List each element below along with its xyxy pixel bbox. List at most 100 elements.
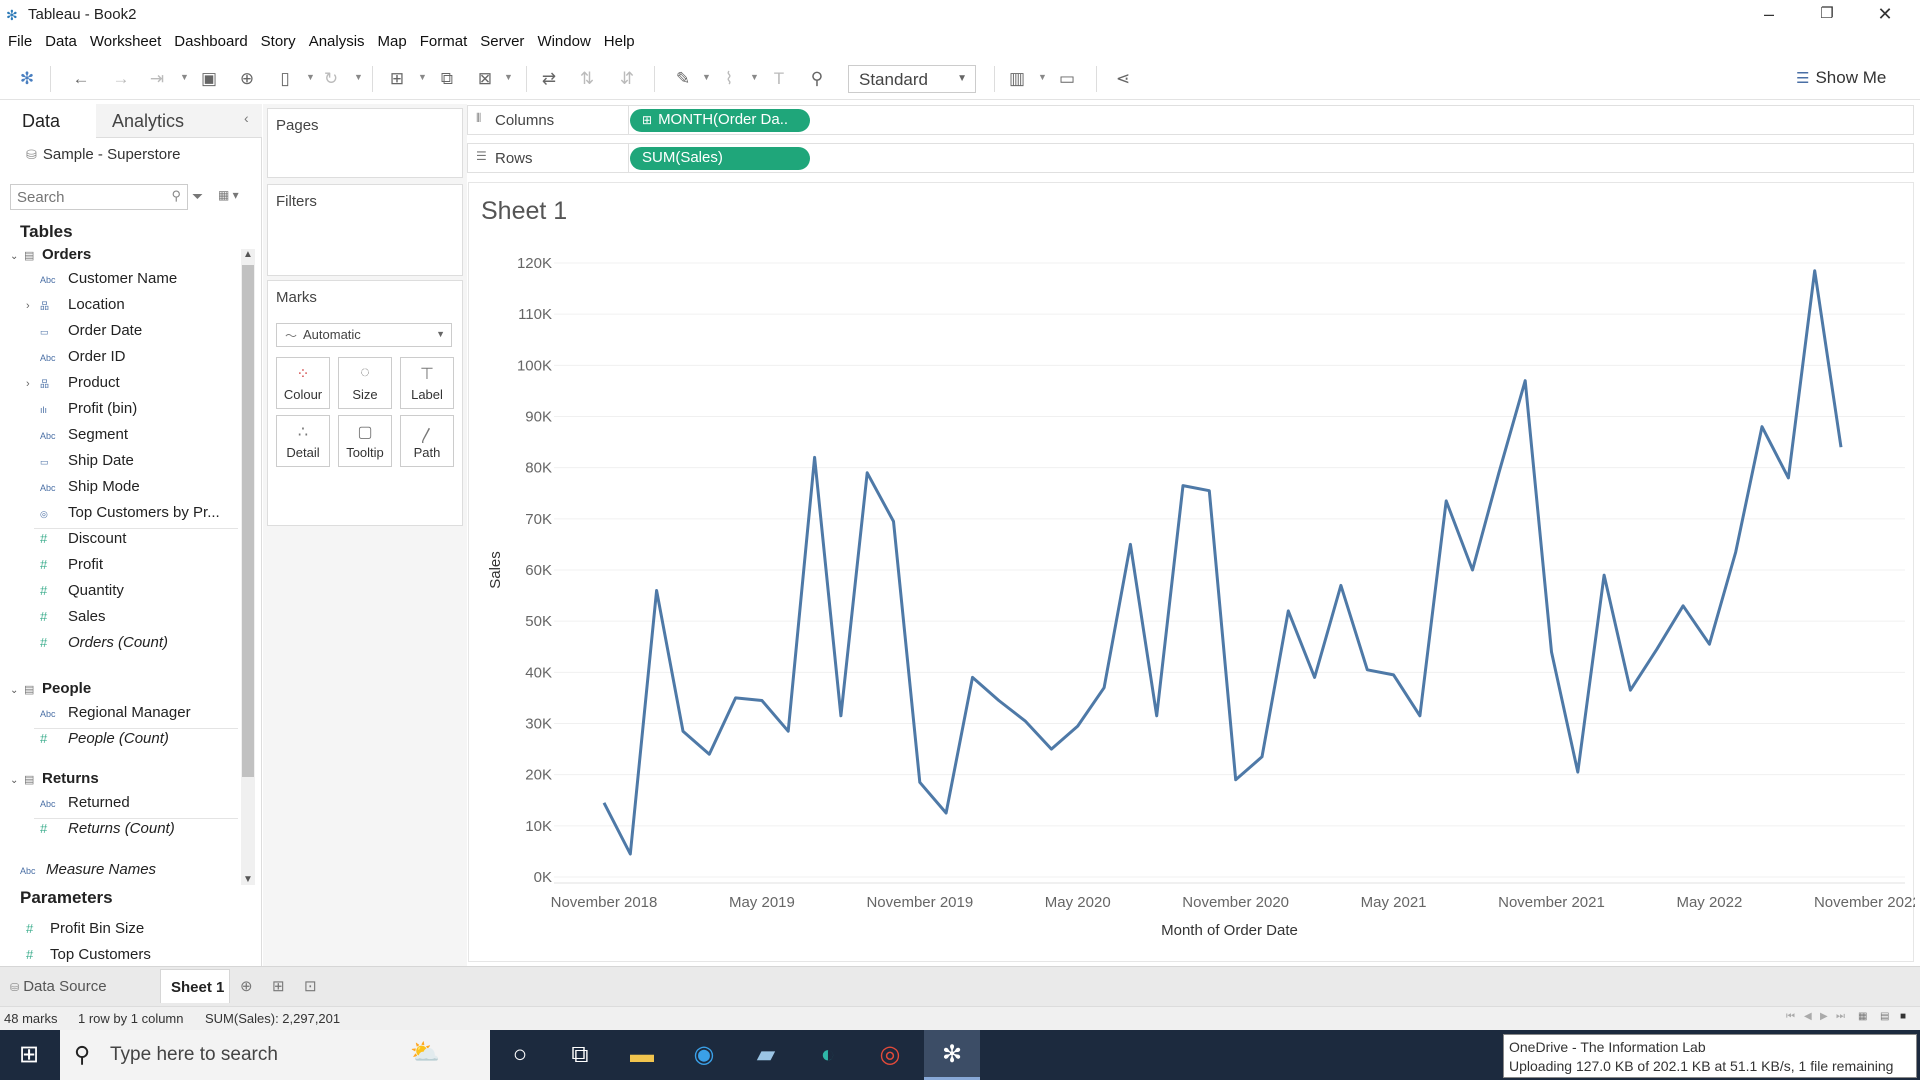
share-icon[interactable]: ⋖ [1112, 68, 1134, 90]
collapse-pane-icon[interactable]: ‹ [244, 110, 249, 126]
data-point[interactable] [1284, 607, 1292, 615]
sort-asc-icon[interactable]: ⇅ [576, 68, 598, 90]
tooltip-button[interactable]: ▢ Tooltip [338, 415, 392, 467]
data-point[interactable] [916, 778, 924, 786]
filters-card[interactable]: Filters [267, 184, 463, 276]
data-point[interactable] [811, 453, 819, 461]
data-point[interactable] [1205, 487, 1213, 495]
data-point[interactable] [1363, 666, 1371, 674]
clear-icon[interactable]: ⊠ [474, 68, 496, 90]
data-point[interactable] [1811, 267, 1819, 275]
menu-format[interactable]: Format [420, 30, 475, 56]
search-input[interactable] [11, 185, 161, 209]
data-point[interactable] [1416, 712, 1424, 720]
data-point[interactable] [1574, 768, 1582, 776]
data-point[interactable] [1258, 753, 1266, 761]
data-point[interactable] [1521, 377, 1529, 385]
menu-story[interactable]: Story [261, 30, 303, 56]
field-item[interactable]: › 品 Product [26, 374, 236, 396]
menu-server[interactable]: Server [480, 30, 531, 56]
field-item[interactable]: ▭ Order Date [26, 322, 236, 344]
data-point[interactable] [1758, 423, 1766, 431]
data-point[interactable] [653, 586, 661, 594]
group-icon[interactable]: ⌇ [718, 68, 740, 90]
field-item[interactable]: ◎ Top Customers by Pr... [26, 504, 236, 526]
refresh-icon[interactable]: ↻ [320, 68, 342, 90]
data-point[interactable] [1837, 443, 1845, 451]
data-point[interactable] [1653, 645, 1661, 653]
field-item[interactable]: ▭ Ship Date [26, 452, 236, 474]
replay-icon[interactable]: ⇥ [146, 68, 168, 90]
pages-card[interactable]: Pages [267, 108, 463, 178]
viz-area[interactable]: Sheet 1 0K 10K 20K 30K 40K 50K 60K 70K 80K 90K 100… [468, 182, 1915, 963]
new-datasource-icon[interactable]: ⊕ [236, 68, 258, 90]
app-icon-blue[interactable]: ◉ [676, 1030, 732, 1080]
save-icon[interactable]: ▣ [198, 68, 220, 90]
data-point[interactable] [1100, 684, 1108, 692]
data-point[interactable] [1021, 717, 1029, 725]
data-point[interactable] [942, 809, 950, 817]
data-point[interactable] [890, 517, 898, 525]
size-button[interactable]: ◌ Size [338, 357, 392, 409]
table-people[interactable]: ⌄ ▤ People [10, 680, 91, 697]
menu-worksheet[interactable]: Worksheet [90, 30, 168, 56]
swap-icon[interactable]: ⇄ [538, 68, 560, 90]
menu-help[interactable]: Help [604, 30, 642, 56]
data-point[interactable] [1784, 474, 1792, 482]
redo-icon[interactable]: → [110, 68, 132, 90]
data-point[interactable] [968, 673, 976, 681]
data-point[interactable] [837, 712, 845, 720]
data-point[interactable] [1547, 648, 1555, 656]
field-item[interactable]: Abc Ship Mode [26, 478, 236, 500]
columns-shelf[interactable]: ⦀ Columns ⊞ MONTH(Order Da.. [467, 105, 1914, 135]
pin-icon[interactable]: ⚲ [806, 68, 828, 90]
menu-dashboard[interactable]: Dashboard [174, 30, 254, 56]
path-button[interactable]: 〳 Path [400, 415, 454, 467]
data-pane-scrollbar[interactable]: ▲ ▼ [241, 249, 255, 885]
last-page-icon[interactable]: ⏭ [1836, 1011, 1845, 1022]
table-returns[interactable]: ⌄ ▤ Returns [10, 770, 99, 787]
data-point[interactable] [1074, 722, 1082, 730]
data-point[interactable] [995, 696, 1003, 704]
fit-dropdown[interactable]: Standard ▼ [848, 65, 976, 93]
data-point[interactable] [784, 727, 792, 735]
datasource-item[interactable]: ⛁ Sample - Superstore [26, 146, 180, 163]
view-options-icon[interactable]: ▦ ▾ [218, 188, 239, 202]
line-chart[interactable]: 0K 10K 20K 30K 40K 50K 60K 70K 80K 90K 100K 110K 120… [469, 183, 1915, 963]
filter-icon[interactable]: ⏷ [192, 188, 203, 205]
onedrive-notification[interactable]: OneDrive - The Information Lab Uploading… [1503, 1034, 1917, 1078]
param-profit-bin-size[interactable]: # Profit Bin Size [26, 920, 236, 942]
data-point[interactable] [1390, 671, 1398, 679]
filmstrip-view-icon[interactable]: ▤ [1880, 1011, 1889, 1022]
detail-button[interactable]: ∴ Detail [276, 415, 330, 467]
menu-window[interactable]: Window [537, 30, 597, 56]
data-point[interactable] [1311, 673, 1319, 681]
field-item[interactable]: # Returns (Count) [26, 820, 236, 842]
grid-view-icon[interactable]: ▦ [1858, 1011, 1867, 1022]
tab-analytics[interactable]: Analytics [112, 111, 184, 132]
chevron-right-icon[interactable]: › [26, 300, 40, 312]
series-line[interactable] [602, 269, 1843, 856]
duplicate-icon[interactable]: ⧉ [436, 68, 458, 90]
sort-desc-icon[interactable]: ⇵ [616, 68, 638, 90]
app-icon-note[interactable]: ▰ [738, 1030, 794, 1080]
task-view-icon[interactable]: ⧉ [552, 1030, 608, 1080]
tab-view-icon[interactable]: ■ [1900, 1011, 1906, 1022]
new-story-icon[interactable]: ⊡ [304, 977, 317, 995]
data-point[interactable] [732, 694, 740, 702]
file-explorer-icon[interactable]: ▬ [614, 1030, 670, 1080]
field-item[interactable]: Abc Customer Name [26, 270, 236, 292]
data-point[interactable] [1232, 776, 1240, 784]
tab-data[interactable]: Data [0, 104, 96, 138]
field-item[interactable]: Abc Order ID [26, 348, 236, 370]
data-point[interactable] [1153, 712, 1161, 720]
taskbar-search[interactable]: ⚲ Type here to search ⛅ [60, 1030, 490, 1080]
field-item[interactable]: # Sales [26, 608, 236, 630]
data-point[interactable] [626, 850, 634, 858]
labels-icon[interactable]: T [768, 68, 790, 90]
tab-sheet-1[interactable]: Sheet 1 [160, 969, 230, 1003]
data-point[interactable] [1469, 566, 1477, 574]
highlight-icon[interactable]: ✎ [672, 68, 694, 90]
tab-data-source[interactable]: ⛁ Data Source [10, 978, 107, 995]
show-cards-icon[interactable]: ▥ [1006, 68, 1028, 90]
